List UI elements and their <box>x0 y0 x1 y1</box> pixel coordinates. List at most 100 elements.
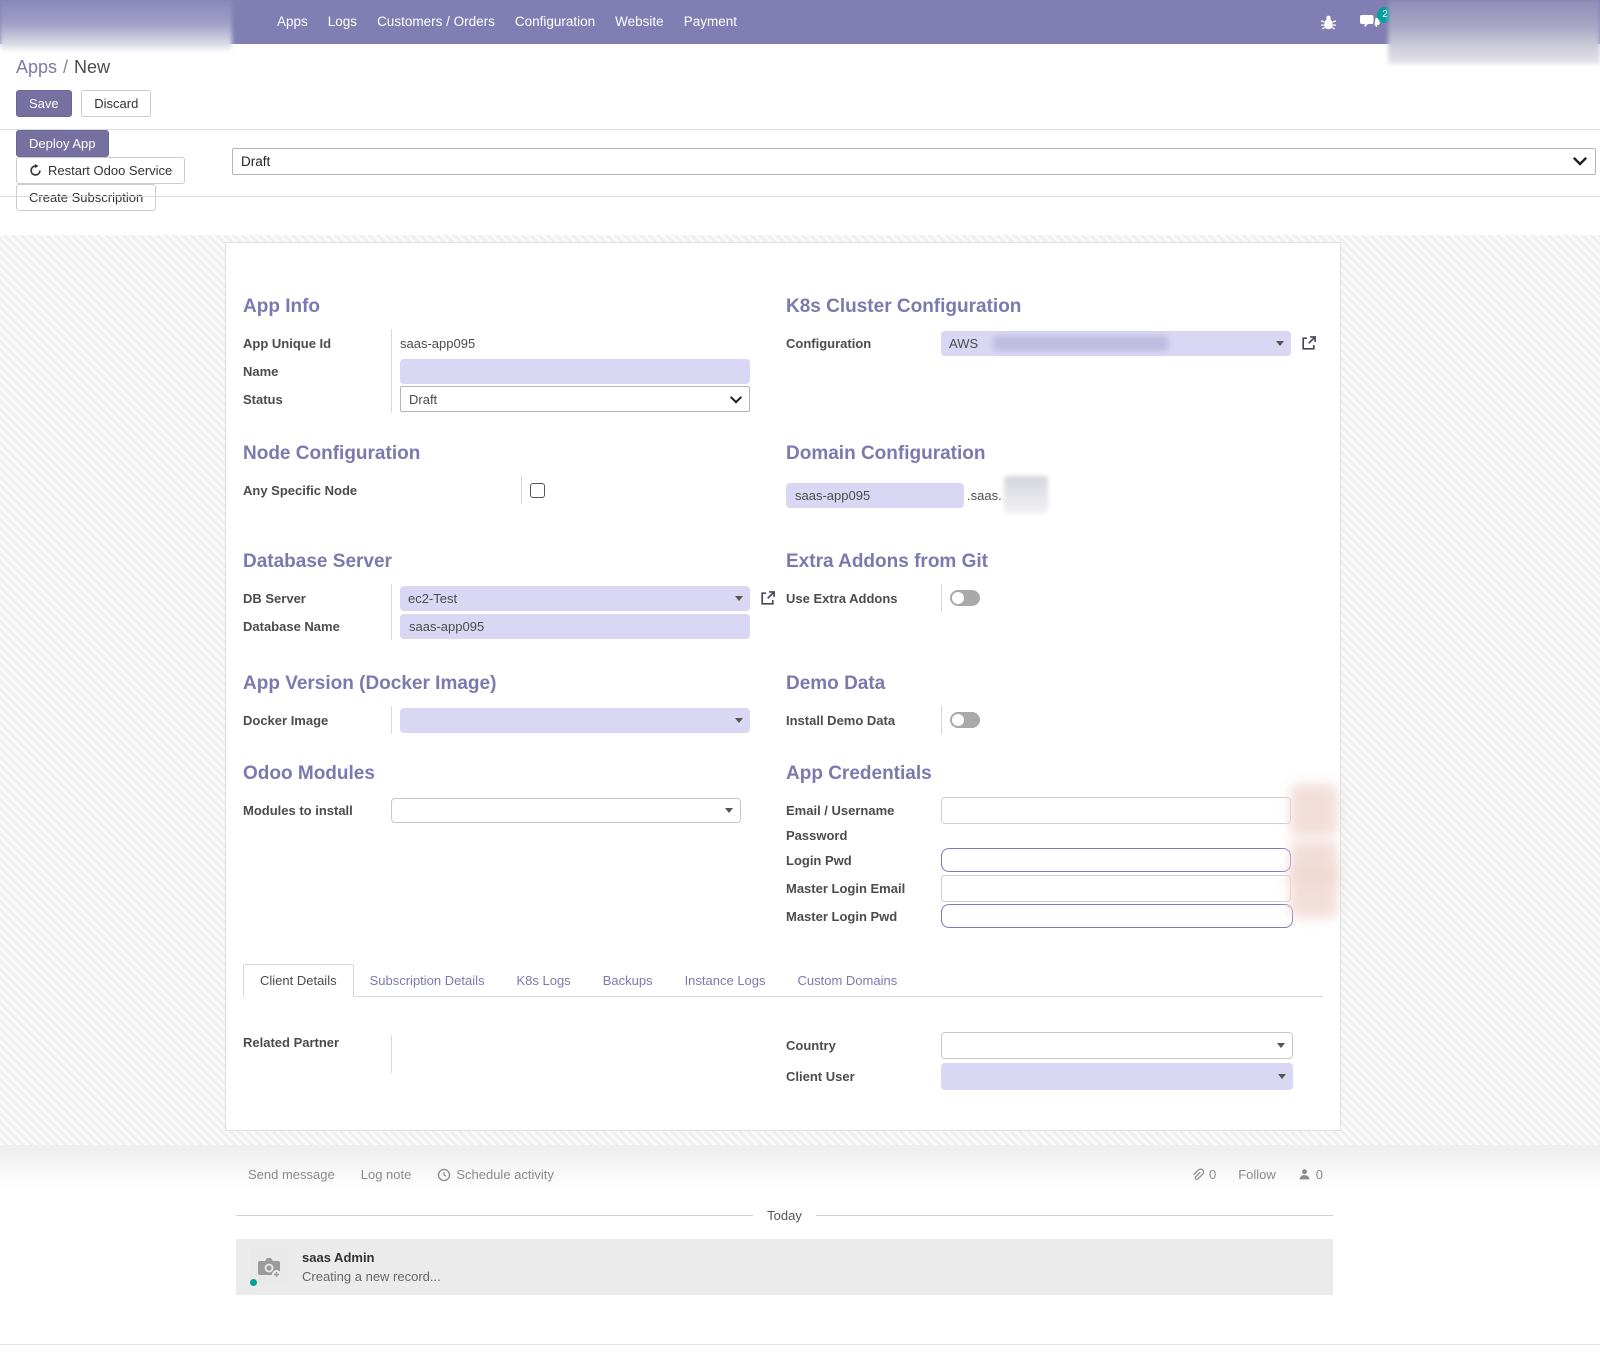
sheet-background: App Info App Unique Id saas-app095 Name … <box>0 235 1600 1145</box>
node-configuration-title: Node Configuration <box>243 442 771 466</box>
redacted-config-text <box>993 336 1168 351</box>
caret-down-icon <box>1277 1043 1285 1048</box>
group-app-version: App Version (Docker Image) Docker Image <box>243 672 771 734</box>
caret-down-icon <box>735 718 743 723</box>
any-specific-node-label: Any Specific Node <box>243 483 521 498</box>
online-status-dot <box>248 1277 259 1288</box>
create-subscription-button[interactable]: Create Subscription <box>16 184 156 211</box>
external-link-icon[interactable] <box>759 590 776 607</box>
status-select[interactable]: Draft <box>232 148 1596 175</box>
odoo-modules-title: Odoo Modules <box>243 762 771 786</box>
database-name-input[interactable] <box>400 614 750 639</box>
tab-custom-domains[interactable]: Custom Domains <box>782 965 914 996</box>
any-specific-node-checkbox[interactable] <box>530 483 545 498</box>
log-note-button[interactable]: Log note <box>361 1167 412 1182</box>
related-partner-value[interactable] <box>391 1035 771 1073</box>
caret-down-icon <box>1278 1074 1286 1079</box>
use-extra-addons-toggle[interactable] <box>950 590 980 606</box>
bug-icon[interactable] <box>1320 14 1337 31</box>
group-k8s-cluster: K8s Cluster Configuration Configuration … <box>786 295 1326 413</box>
app-unique-id-value: saas-app095 <box>400 336 475 351</box>
follower-icon <box>1298 1168 1311 1181</box>
group-app-credentials: App Credentials Email / Username Passwor… <box>786 762 1326 930</box>
app-info-title: App Info <box>243 295 771 319</box>
email-username-input[interactable] <box>941 797 1291 824</box>
send-message-button[interactable]: Send message <box>248 1167 335 1182</box>
name-input[interactable] <box>400 359 750 384</box>
breadcrumb-current: New <box>74 57 110 77</box>
docker-image-select[interactable] <box>400 708 750 733</box>
login-pwd-input[interactable] <box>941 848 1291 872</box>
k8s-title: K8s Cluster Configuration <box>786 295 1326 319</box>
menu-logs[interactable]: Logs <box>318 0 367 44</box>
status-field-select[interactable]: Draft <box>400 386 750 412</box>
schedule-activity-button[interactable]: Schedule activity <box>437 1167 554 1182</box>
group-extra-addons: Extra Addons from Git Use Extra Addons <box>786 550 1326 640</box>
followers-button[interactable]: 0 <box>1298 1167 1323 1182</box>
messages-icon[interactable]: 2 <box>1359 14 1381 31</box>
status-select-value: Draft <box>241 154 270 169</box>
date-divider: Today <box>236 1208 1333 1223</box>
deploy-app-button[interactable]: Deploy App <box>16 130 109 157</box>
menu-customers-orders[interactable]: Customers / Orders <box>367 0 505 44</box>
caret-down-icon <box>1276 341 1284 346</box>
chatter-toolbar: Send message Log note Schedule activity <box>236 1167 1333 1182</box>
demo-data-title: Demo Data <box>786 672 1326 696</box>
record-actions: Save Discard <box>0 78 1600 129</box>
group-database-server: Database Server DB Server ec2-Test <box>243 550 771 640</box>
email-username-label: Email / Username <box>786 803 941 818</box>
master-login-email-input[interactable] <box>941 875 1291 902</box>
tab-client-details-content: Related Partner Country <box>243 997 1323 1090</box>
avatar <box>250 1248 288 1286</box>
menu-payment[interactable]: Payment <box>674 0 747 44</box>
message-author[interactable]: saas Admin <box>302 1250 441 1265</box>
use-extra-addons-label: Use Extra Addons <box>786 591 941 606</box>
discard-button[interactable]: Discard <box>81 90 151 117</box>
date-divider-label: Today <box>753 1208 816 1223</box>
client-user-select[interactable] <box>941 1063 1293 1090</box>
tab-k8s-logs[interactable]: K8s Logs <box>500 965 586 996</box>
group-domain-configuration: Domain Configuration .saas. <box>786 442 1326 514</box>
app-version-title: App Version (Docker Image) <box>243 672 771 696</box>
notebook-tabs: Client Details Subscription Details K8s … <box>243 964 1323 997</box>
master-login-email-label: Master Login Email <box>786 881 941 896</box>
group-related-partner: Related Partner <box>243 1031 771 1090</box>
breadcrumb-apps-link[interactable]: Apps <box>16 57 57 77</box>
restart-label: Restart Odoo Service <box>48 163 172 178</box>
redacted-overlay <box>1290 866 1338 918</box>
modules-to-install-select[interactable] <box>391 798 741 823</box>
country-select[interactable] <box>941 1032 1293 1059</box>
redacted-domain <box>1004 476 1048 514</box>
install-demo-data-toggle[interactable] <box>950 712 980 728</box>
follower-count: 0 <box>1316 1167 1323 1182</box>
menu-apps[interactable]: Apps <box>267 0 318 44</box>
db-server-select[interactable]: ec2-Test <box>400 586 750 611</box>
database-server-title: Database Server <box>243 550 771 574</box>
tab-subscription-details[interactable]: Subscription Details <box>354 965 501 996</box>
external-link-icon[interactable] <box>1300 335 1317 352</box>
chatter-message[interactable]: saas Admin Creating a new record... <box>236 1239 1333 1295</box>
docker-image-label: Docker Image <box>243 713 391 728</box>
menu-configuration[interactable]: Configuration <box>505 0 605 44</box>
menu-website[interactable]: Website <box>605 0 674 44</box>
attachments-button[interactable]: 0 <box>1191 1167 1216 1182</box>
install-demo-data-label: Install Demo Data <box>786 713 941 728</box>
k8s-configuration-select[interactable]: AWS <box>941 331 1291 356</box>
statusbar-divider <box>0 196 1600 197</box>
redacted-user-menu <box>1388 0 1600 64</box>
tab-client-details[interactable]: Client Details <box>243 964 354 997</box>
tab-instance-logs[interactable]: Instance Logs <box>669 965 782 996</box>
follow-button[interactable]: Follow <box>1238 1167 1276 1182</box>
master-login-pwd-input[interactable] <box>941 904 1293 928</box>
app-unique-id-label: App Unique Id <box>243 336 391 351</box>
tab-backups[interactable]: Backups <box>587 965 669 996</box>
form-sheet: App Info App Unique Id saas-app095 Name … <box>225 242 1341 1131</box>
group-app-info: App Info App Unique Id saas-app095 Name … <box>243 295 771 413</box>
control-panel: Apps/New <box>0 44 1600 78</box>
message-content: saas Admin Creating a new record... <box>302 1248 441 1286</box>
subdomain-input[interactable] <box>786 483 964 508</box>
name-label: Name <box>243 364 391 379</box>
save-button[interactable]: Save <box>16 90 72 117</box>
extra-addons-title: Extra Addons from Git <box>786 550 1326 574</box>
restart-odoo-service-button[interactable]: Restart Odoo Service <box>16 157 185 184</box>
